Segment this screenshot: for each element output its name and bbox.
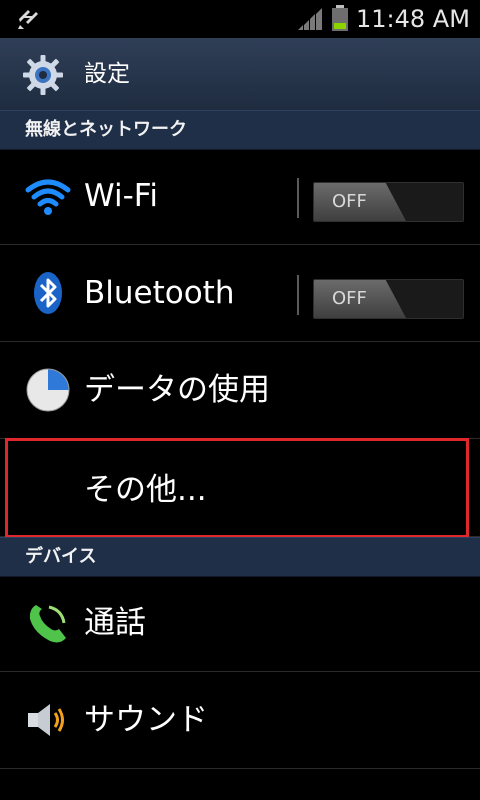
section-header-device: デバイス	[0, 537, 480, 577]
section-header-label: デバイス	[25, 546, 97, 567]
settings-row-bluetooth[interactable]: Bluetooth OFF	[0, 245, 480, 342]
section-header-label: 無線とネットワーク	[25, 119, 187, 140]
toggle-state: OFF	[332, 191, 367, 212]
wifi-icon	[25, 179, 71, 215]
toggle-state: OFF	[332, 288, 367, 309]
highlight-box	[5, 438, 469, 538]
section-header-wireless: 無線とネットワーク	[0, 110, 480, 150]
settings-title-bar: 設定	[0, 38, 480, 111]
bluetooth-icon	[34, 272, 62, 314]
signal-icon	[298, 8, 322, 30]
speaker-icon	[28, 704, 64, 736]
settings-row-label: Wi-Fi	[84, 178, 158, 214]
settings-row-call[interactable]: 通話	[0, 575, 480, 672]
settings-row-label: 通話	[84, 605, 146, 641]
data-usage-icon	[26, 368, 70, 412]
row-divider	[297, 178, 299, 218]
settings-row-label: Bluetooth	[84, 275, 235, 311]
bluetooth-toggle[interactable]: OFF	[313, 279, 464, 319]
settings-row-data-usage[interactable]: データの使用	[0, 342, 480, 439]
wifi-toggle[interactable]: OFF	[313, 182, 464, 222]
row-divider	[297, 275, 299, 315]
gear-icon	[23, 55, 63, 95]
usb-debug-icon	[18, 10, 38, 29]
settings-row-label: データの使用	[84, 372, 270, 408]
page-title: 設定	[84, 61, 130, 87]
status-time: 11:48 AM	[356, 5, 470, 33]
phone-icon	[29, 605, 66, 643]
android-settings-screen: 11:48 AM 設定 無線とネットワーク Wi-Fi OFF Bluetoot…	[0, 0, 480, 800]
status-bar: 11:48 AM	[0, 0, 480, 38]
settings-row-wifi[interactable]: Wi-Fi OFF	[0, 148, 480, 245]
settings-row-label: サウンド	[84, 702, 208, 738]
battery-icon	[332, 5, 348, 31]
settings-row-sound[interactable]: サウンド	[0, 672, 480, 769]
